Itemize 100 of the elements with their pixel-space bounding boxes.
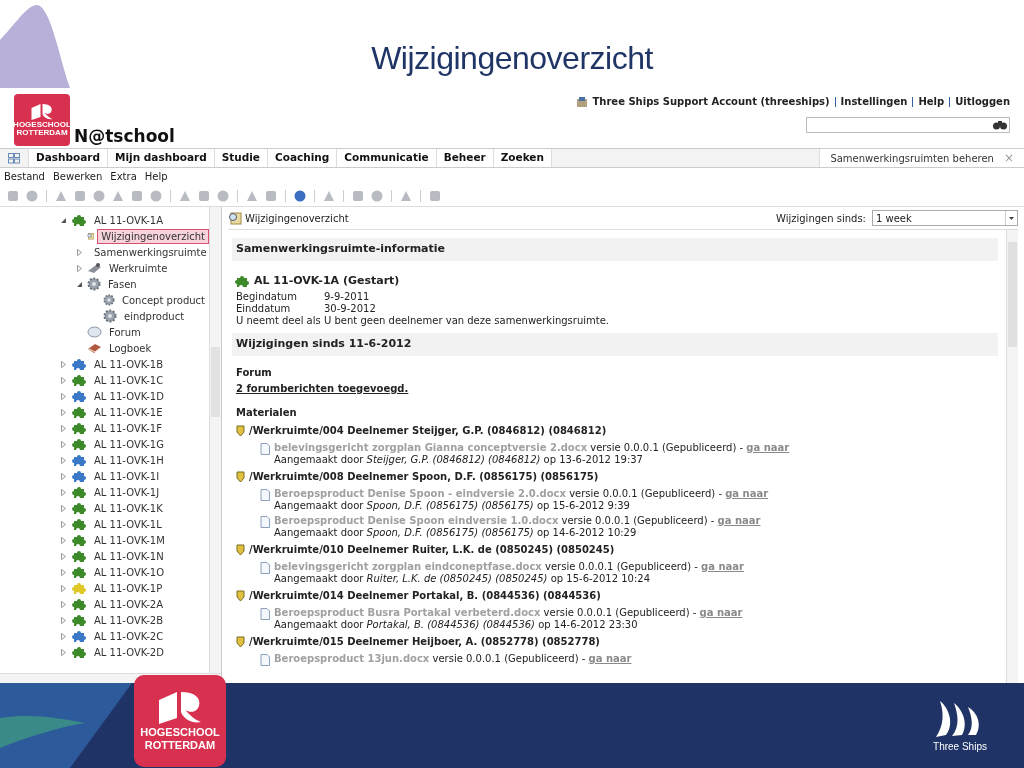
tree-item[interactable]: Werkruimte — [105, 260, 172, 276]
expand-arrow-icon[interactable] — [59, 600, 67, 608]
tree-item[interactable]: AL 11-OVK-1O — [90, 564, 169, 580]
expand-arrow-icon[interactable] — [59, 584, 67, 592]
tree-item[interactable]: AL 11-OVK-1D — [90, 388, 168, 404]
tool-icon[interactable] — [197, 188, 211, 203]
expand-arrow-icon[interactable] — [75, 264, 83, 272]
nav-tab[interactable]: Coaching — [266, 149, 337, 167]
go-link[interactable]: ga naar — [699, 606, 743, 618]
tool-icon[interactable] — [264, 188, 278, 203]
tree-item[interactable]: eindproduct — [120, 308, 189, 324]
tree-item[interactable]: AL 11-OVK-1E — [90, 404, 167, 420]
nav-tab[interactable]: Communicatie — [336, 149, 436, 167]
tree-item[interactable]: AL 11-OVK-2C — [90, 628, 168, 644]
collapse-arrow-icon[interactable] — [75, 280, 83, 288]
tree-item[interactable]: Fasen — [104, 276, 141, 292]
tree-item[interactable]: AL 11-OVK-1C — [90, 372, 168, 388]
expand-arrow-icon[interactable] — [59, 616, 67, 624]
expand-arrow-icon[interactable] — [59, 632, 67, 640]
tool-icon[interactable] — [6, 188, 20, 203]
expand-arrow-icon[interactable] — [59, 408, 67, 416]
expand-arrow-icon[interactable] — [59, 504, 67, 512]
menu-item[interactable]: Help — [144, 169, 168, 184]
slide-title: Wijzigingenoverzicht — [371, 39, 653, 78]
tool-icon[interactable] — [351, 188, 365, 203]
tool-icon[interactable] — [149, 188, 163, 203]
tree-item[interactable]: AL 11-OVK-1L — [90, 516, 166, 532]
expand-arrow-icon[interactable] — [59, 424, 67, 432]
tree-item[interactable]: AL 11-OVK-1M — [90, 532, 169, 548]
tree-item[interactable]: AL 11-OVK-1A — [90, 212, 168, 228]
tree-item[interactable]: Samenwerkingsruimte — [90, 244, 209, 260]
tree-item[interactable]: AL 11-OVK-1B — [90, 356, 168, 372]
tool-icon[interactable] — [216, 188, 230, 203]
expand-arrow-icon[interactable] — [59, 392, 67, 400]
folder-icon — [236, 470, 245, 483]
tree-item[interactable]: AL 11-OVK-2A — [90, 596, 168, 612]
tool-icon[interactable] — [92, 188, 106, 203]
search-field[interactable] — [806, 117, 1010, 133]
expand-arrow-icon[interactable] — [59, 376, 67, 384]
period-select[interactable]: 1 week — [872, 210, 1018, 226]
expand-arrow-icon[interactable] — [59, 552, 67, 560]
expand-arrow-icon[interactable] — [59, 536, 67, 544]
open-tab[interactable]: Samenwerkingsruimten beheren × — [819, 149, 1024, 167]
tree-item[interactable]: AL 11-OVK-1J — [90, 484, 164, 500]
dropdown-arrow-icon[interactable] — [1009, 216, 1014, 220]
brand-name: Three Ships — [933, 740, 987, 754]
tree-item[interactable]: AL 11-OVK-1H — [90, 452, 168, 468]
tree-item[interactable]: Forum — [105, 324, 145, 340]
menu-item[interactable]: Bestand — [4, 169, 45, 184]
tree-item[interactable]: Logboek — [105, 340, 156, 356]
account-link[interactable]: Three Ships Support Account (threeships) — [592, 94, 830, 109]
nav-tab[interactable]: Beheer — [435, 149, 493, 167]
menu-item[interactable]: Bewerken — [52, 169, 103, 184]
expand-arrow-icon[interactable] — [75, 248, 83, 256]
go-link[interactable]: ga naar — [746, 441, 790, 453]
tree-item[interactable]: AL 11-OVK-2B — [90, 612, 168, 628]
account-link[interactable]: Uitloggen — [955, 94, 1010, 109]
info-value: 9-9-2011 — [324, 291, 371, 303]
expand-arrow-icon[interactable] — [59, 648, 67, 656]
section-header: Samenwerkingsruimte-informatie — [232, 238, 998, 261]
go-link[interactable]: ga naar — [717, 514, 761, 526]
expand-arrow-icon[interactable] — [59, 520, 67, 528]
created-by: Aangemaakt door Steijger, G.P. (0846812) (0846812) op 13-6-2012 19:37 — [274, 453, 644, 466]
nav-tab[interactable]: Mijn dashboard — [107, 149, 214, 167]
tree-item[interactable]: Wijzigingenoverzicht — [97, 228, 209, 244]
nav-tab[interactable]: Zoeken — [492, 149, 551, 167]
collapse-arrow-icon[interactable] — [59, 216, 67, 224]
account-link[interactable]: Instellingen — [840, 94, 908, 109]
nav-tab[interactable]: Studie — [213, 149, 267, 167]
tree-item[interactable]: AL 11-OVK-1N — [90, 548, 168, 564]
scrollbar[interactable] — [209, 207, 221, 673]
tool-icon[interactable] — [73, 188, 87, 203]
grid-icon[interactable] — [8, 152, 20, 164]
tree-item[interactable]: AL 11-OVK-2D — [90, 644, 168, 660]
nav-tab[interactable]: Dashboard — [28, 149, 108, 167]
tool-icon[interactable] — [25, 188, 39, 203]
tool-icon[interactable] — [428, 188, 442, 203]
tree-item[interactable]: AL 11-OVK-1G — [90, 436, 168, 452]
tool-icon[interactable] — [370, 188, 384, 203]
scrollbar[interactable] — [1006, 230, 1018, 683]
forum-link[interactable]: 2 forumberichten toegevoegd. — [236, 380, 994, 396]
tree-item[interactable]: AL 11-OVK-1I — [90, 468, 164, 484]
tree-item[interactable]: Concept product — [118, 292, 209, 308]
go-link[interactable]: ga naar — [588, 652, 632, 664]
tree-item[interactable]: AL 11-OVK-1F — [90, 420, 166, 436]
binoculars-icon[interactable] — [993, 120, 1007, 130]
gear-icon — [87, 277, 101, 291]
folder-icon — [236, 543, 245, 556]
menu-item[interactable]: Extra — [110, 169, 137, 184]
expand-arrow-icon[interactable] — [59, 472, 67, 480]
tool-icon[interactable] — [130, 188, 144, 203]
go-link[interactable]: ga naar — [725, 487, 769, 499]
tree-item[interactable]: AL 11-OVK-1P — [90, 580, 167, 596]
account-link[interactable]: Help — [918, 94, 945, 109]
expand-arrow-icon[interactable] — [59, 456, 67, 464]
expand-arrow-icon[interactable] — [59, 440, 67, 448]
expand-arrow-icon[interactable] — [59, 488, 67, 496]
tree-item[interactable]: AL 11-OVK-1K — [90, 500, 167, 516]
expand-arrow-icon[interactable] — [59, 568, 67, 576]
expand-arrow-icon[interactable] — [59, 360, 67, 368]
